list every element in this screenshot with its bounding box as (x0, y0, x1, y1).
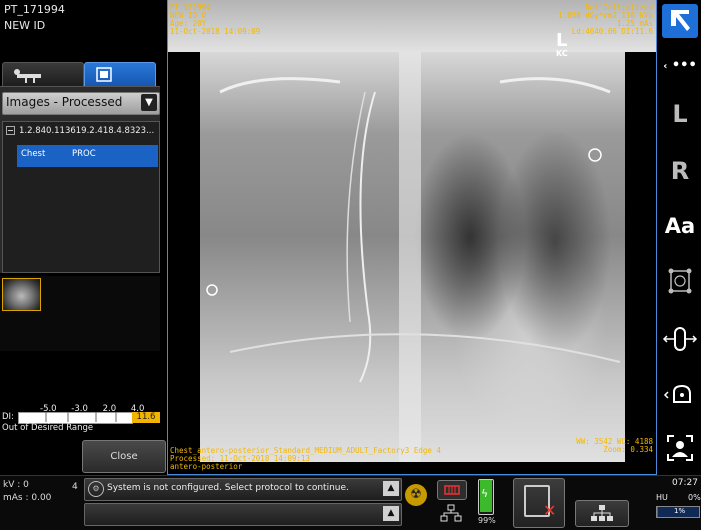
disconnected-x-icon: ✕ (543, 501, 557, 520)
hu-bar-fill (657, 507, 658, 517)
left-marker-button[interactable]: L (662, 98, 698, 130)
status-message: System is not configured. Select protoco… (107, 483, 349, 493)
xray-image[interactable] (200, 52, 625, 462)
series-type: PROC (72, 149, 96, 159)
chevron-down-icon: ▼ (141, 94, 157, 111)
series-uid-row[interactable]: 1.2.840.113619.2.418.4.8323... (3, 126, 154, 136)
di-scale-ticks (45, 412, 117, 422)
overlay-bottom-left: Chest_antero-posterior_Standard_MEDIUM_A… (170, 447, 441, 471)
marker-letter: L (556, 30, 568, 51)
overlay-top-left: PT_171994 NEW ID O Age: 20Y 11-Oct-2018 … (170, 4, 260, 36)
crop-shape-icon (668, 268, 692, 294)
chevron-up-icon[interactable]: ▲ (383, 506, 399, 521)
chevron-left-icon: ‹ (663, 61, 668, 72)
battery-percent: 99% (478, 516, 496, 525)
tube-icon (444, 485, 460, 495)
tab-patient[interactable] (2, 62, 84, 88)
clock: 07:27 (672, 478, 698, 488)
chevron-up-icon[interactable]: ▲ (383, 481, 399, 496)
rotate-icon (663, 384, 691, 403)
hu-value: 0% (688, 493, 701, 502)
annotate-button[interactable]: Aa (662, 210, 698, 242)
overlay-line: antero-posterior (170, 462, 243, 471)
di-label: DI: (2, 412, 14, 422)
more-button[interactable]: ‹ ••• (662, 50, 698, 82)
radiation-icon: ☢ (405, 484, 427, 506)
series-item-chest[interactable]: Chest PROC (17, 145, 158, 167)
tab-images[interactable] (84, 62, 156, 88)
message-box[interactable]: ⚙ System is not configured. Select proto… (84, 478, 402, 501)
kv-readout: kV : 0 (3, 480, 29, 490)
pointer-tool-button[interactable] (662, 4, 698, 38)
mas-readout: mAs : 0.00 (3, 493, 52, 503)
images-dropdown[interactable]: Images - Processed ▼ (2, 92, 160, 115)
xray-detail (206, 52, 621, 462)
patient-table-icon (14, 69, 41, 83)
network-icon (440, 504, 462, 526)
crop-tool-button[interactable] (662, 266, 698, 298)
hu-label: HU (656, 493, 668, 502)
laterality-marker: L KC (556, 32, 582, 62)
di-value-badge: 11.6 (132, 412, 160, 423)
close-button[interactable]: Close (82, 440, 166, 473)
patient-id: PT_171994 (4, 3, 65, 16)
rotate-tool-button[interactable] (662, 378, 698, 410)
hierarchy-icon (591, 505, 613, 521)
patient-name: NEW ID (4, 19, 46, 32)
person-frame-icon (667, 435, 693, 461)
series-body-part: Chest (21, 149, 46, 159)
message-box-secondary[interactable]: ▲ (84, 503, 402, 526)
images-icon (96, 67, 112, 82)
exposure-count: 4 (72, 482, 78, 492)
series-tree: 1.2.840.113619.2.418.4.8323... Chest PRO… (2, 121, 160, 273)
pointer-arrow-icon (671, 10, 690, 31)
overlay-line: Zoom: 0.334 (603, 445, 653, 454)
images-dropdown-label: Images - Processed (6, 95, 123, 109)
marker-sub: KC (556, 49, 568, 58)
hierarchy-button[interactable] (575, 500, 629, 527)
series-uid: 1.2.840.113619.2.418.4.8323... (19, 126, 155, 136)
measure-tool-button[interactable] (662, 323, 698, 355)
collapse-icon[interactable] (6, 126, 15, 135)
patient-view-button[interactable] (662, 432, 698, 464)
di-status: Out of Desired Range (2, 423, 94, 433)
right-marker-button[interactable]: R (662, 155, 698, 187)
overlay-line: 11-Oct-2018 14:09:09 (170, 27, 261, 36)
hu-bar-text: 1% (674, 507, 686, 515)
charging-icon: ϟ (481, 487, 489, 500)
tube-status-button[interactable] (437, 480, 467, 500)
more-label: ••• (671, 58, 697, 73)
measure-icon (662, 327, 698, 351)
overlay-bottom-right: WW: 3542 WC: 4188 Zoom: 0.334 (576, 438, 653, 454)
image-thumbnail[interactable] (2, 278, 41, 311)
protocol-icon: ⚙ (88, 481, 104, 497)
